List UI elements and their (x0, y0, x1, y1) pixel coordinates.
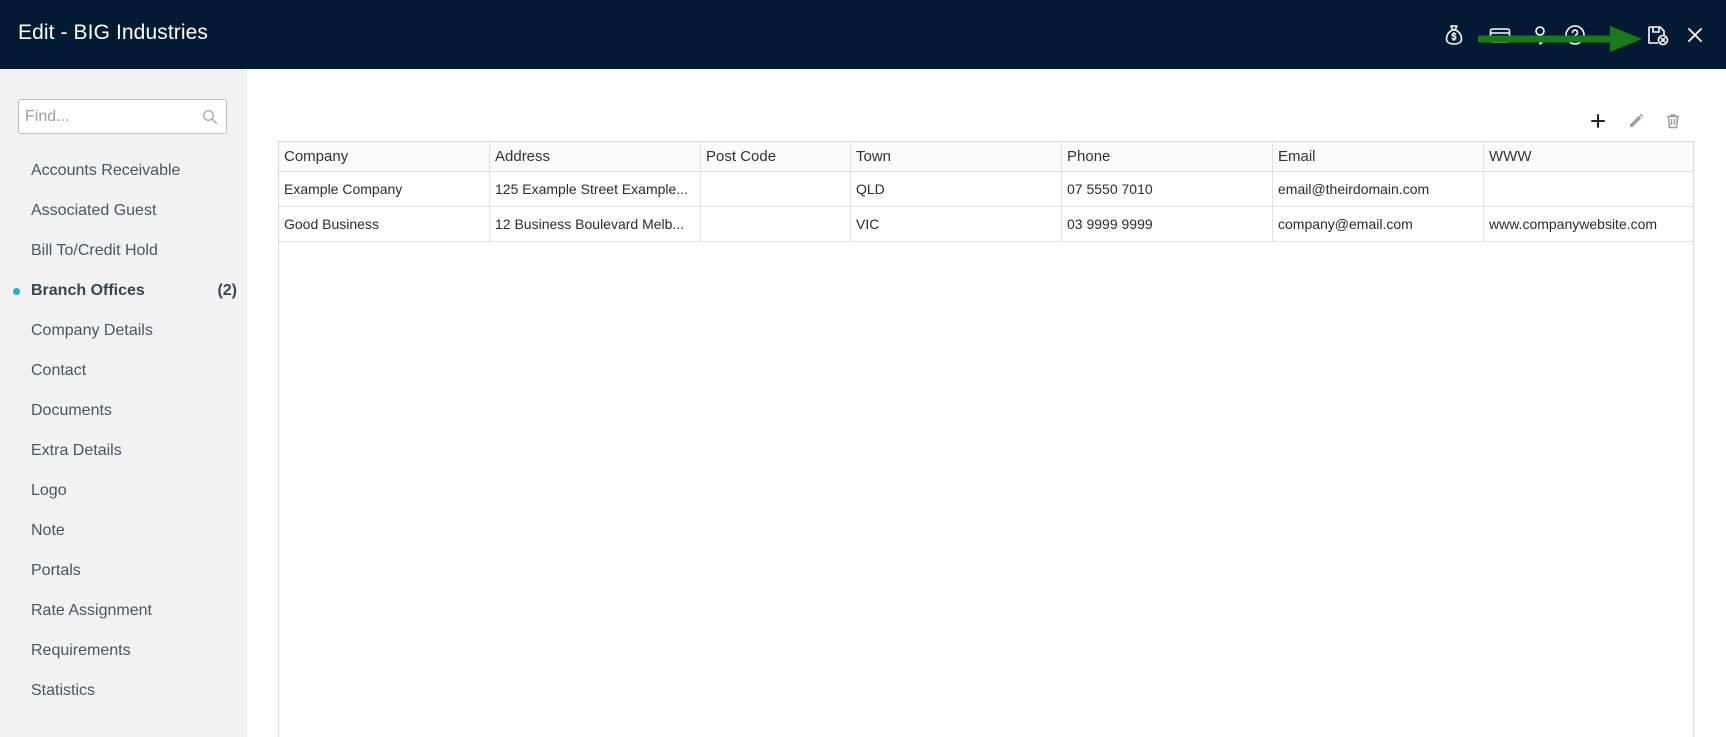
key-icon[interactable] (1527, 22, 1553, 48)
sidebar-item-label: Documents (31, 402, 112, 419)
sidebar-item-company-details[interactable]: Company Details (0, 311, 247, 351)
search-input[interactable] (25, 106, 195, 127)
cell-post-code (701, 207, 851, 241)
sidebar-item-documents[interactable]: Documents (0, 391, 247, 431)
add-icon (1591, 114, 1605, 128)
sidebar-item-label: Branch Offices (31, 282, 145, 299)
cell-www: www.companywebsite.com (1489, 216, 1658, 232)
sidebar-item-label: Bill To/Credit Hold (31, 242, 158, 259)
column-header-www[interactable]: WWW (1484, 142, 1693, 171)
sidebar-item-label: Contact (31, 362, 87, 379)
sidebar-item-extra-details[interactable]: Extra Details (0, 431, 247, 471)
cell-town: VIC (851, 207, 1062, 241)
cell-email: company@email.com (1273, 207, 1484, 241)
close-icon[interactable] (1682, 22, 1708, 48)
cell-phone: 03 9999 9999 (1062, 207, 1273, 241)
main-panel: Company Address Post Code Town Phone Ema… (247, 69, 1726, 737)
money-bag-icon[interactable] (1441, 22, 1467, 48)
window-title: Edit - BIG Industries (18, 21, 209, 44)
search-box[interactable] (18, 99, 227, 134)
sidebar-item-associated-guest[interactable]: Associated Guest (0, 191, 247, 231)
cell-address: 125 Example Street Example... (490, 172, 701, 206)
help-icon[interactable] (1562, 22, 1588, 48)
cell-post-code (701, 172, 851, 206)
edit-icon (1630, 113, 1644, 127)
delete-button[interactable] (1661, 109, 1685, 133)
column-header-post-code[interactable]: Post Code (701, 142, 851, 171)
sidebar-item-label: Note (31, 522, 65, 539)
cell-address: 12 Business Boulevard Melb... (490, 207, 701, 241)
cell-email: email@theirdomain.com (1273, 172, 1484, 206)
table-row[interactable]: Good Business 12 Business Boulevard Melb… (279, 207, 1693, 242)
column-header-town[interactable]: Town (851, 142, 1062, 171)
cell-phone: 07 5550 7010 (1062, 172, 1273, 206)
search-icon (202, 109, 218, 125)
active-indicator-dot (13, 288, 20, 295)
cell-company: Example Company (279, 172, 490, 206)
header-bar: Edit - BIG Industries (0, 0, 1726, 69)
sidebar-item-label: Rate Assignment (31, 602, 152, 619)
sidebar-item-label: Extra Details (31, 442, 122, 459)
sidebar-item-contact[interactable]: Contact (0, 351, 247, 391)
sidebar: Accounts Receivable Associated Guest Bil… (0, 69, 247, 737)
sidebar-item-statistics[interactable]: Statistics (0, 671, 247, 711)
sidebar-item-rate-assignment[interactable]: Rate Assignment (0, 591, 247, 631)
cell-town: QLD (851, 172, 1062, 206)
sidebar-item-label: Logo (31, 482, 67, 499)
sidebar-item-label: Requirements (31, 642, 131, 659)
edit-button[interactable] (1624, 109, 1648, 133)
table-row[interactable]: Example Company 125 Example Street Examp… (279, 172, 1693, 207)
sidebar-item-count: (2) (217, 282, 237, 299)
column-header-company[interactable]: Company (279, 142, 490, 171)
sidebar-item-label: Company Details (31, 322, 153, 339)
sidebar-item-branch-offices[interactable]: Branch Offices (2) (0, 271, 247, 311)
sidebar-item-label: Statistics (31, 682, 96, 699)
add-button[interactable] (1586, 109, 1610, 133)
sidebar-item-label: Associated Guest (31, 202, 157, 219)
sidebar-nav: Accounts Receivable Associated Guest Bil… (0, 151, 247, 711)
branch-offices-table: Company Address Post Code Town Phone Ema… (278, 141, 1694, 737)
table-header-row: Company Address Post Code Town Phone Ema… (279, 142, 1693, 172)
sidebar-item-portals[interactable]: Portals (0, 551, 247, 591)
column-header-email[interactable]: Email (1273, 142, 1484, 171)
save-close-icon[interactable] (1645, 22, 1671, 48)
sidebar-item-label: Portals (31, 562, 81, 579)
sidebar-item-label: Accounts Receivable (31, 162, 181, 179)
column-header-phone[interactable]: Phone (1062, 142, 1273, 171)
sidebar-item-note[interactable]: Note (0, 511, 247, 551)
card-icon[interactable] (1487, 22, 1513, 48)
cell-company: Good Business (279, 207, 490, 241)
sidebar-item-bill-to-credit-hold[interactable]: Bill To/Credit Hold (0, 231, 247, 271)
delete-icon (1667, 114, 1679, 129)
cell-www (1484, 172, 1693, 206)
sidebar-item-requirements[interactable]: Requirements (0, 631, 247, 671)
sidebar-item-logo[interactable]: Logo (0, 471, 247, 511)
sidebar-item-accounts-receivable[interactable]: Accounts Receivable (0, 151, 247, 191)
column-header-address[interactable]: Address (490, 142, 701, 171)
app-window: Edit - BIG Industries Find... Accounts R… (0, 0, 1726, 737)
